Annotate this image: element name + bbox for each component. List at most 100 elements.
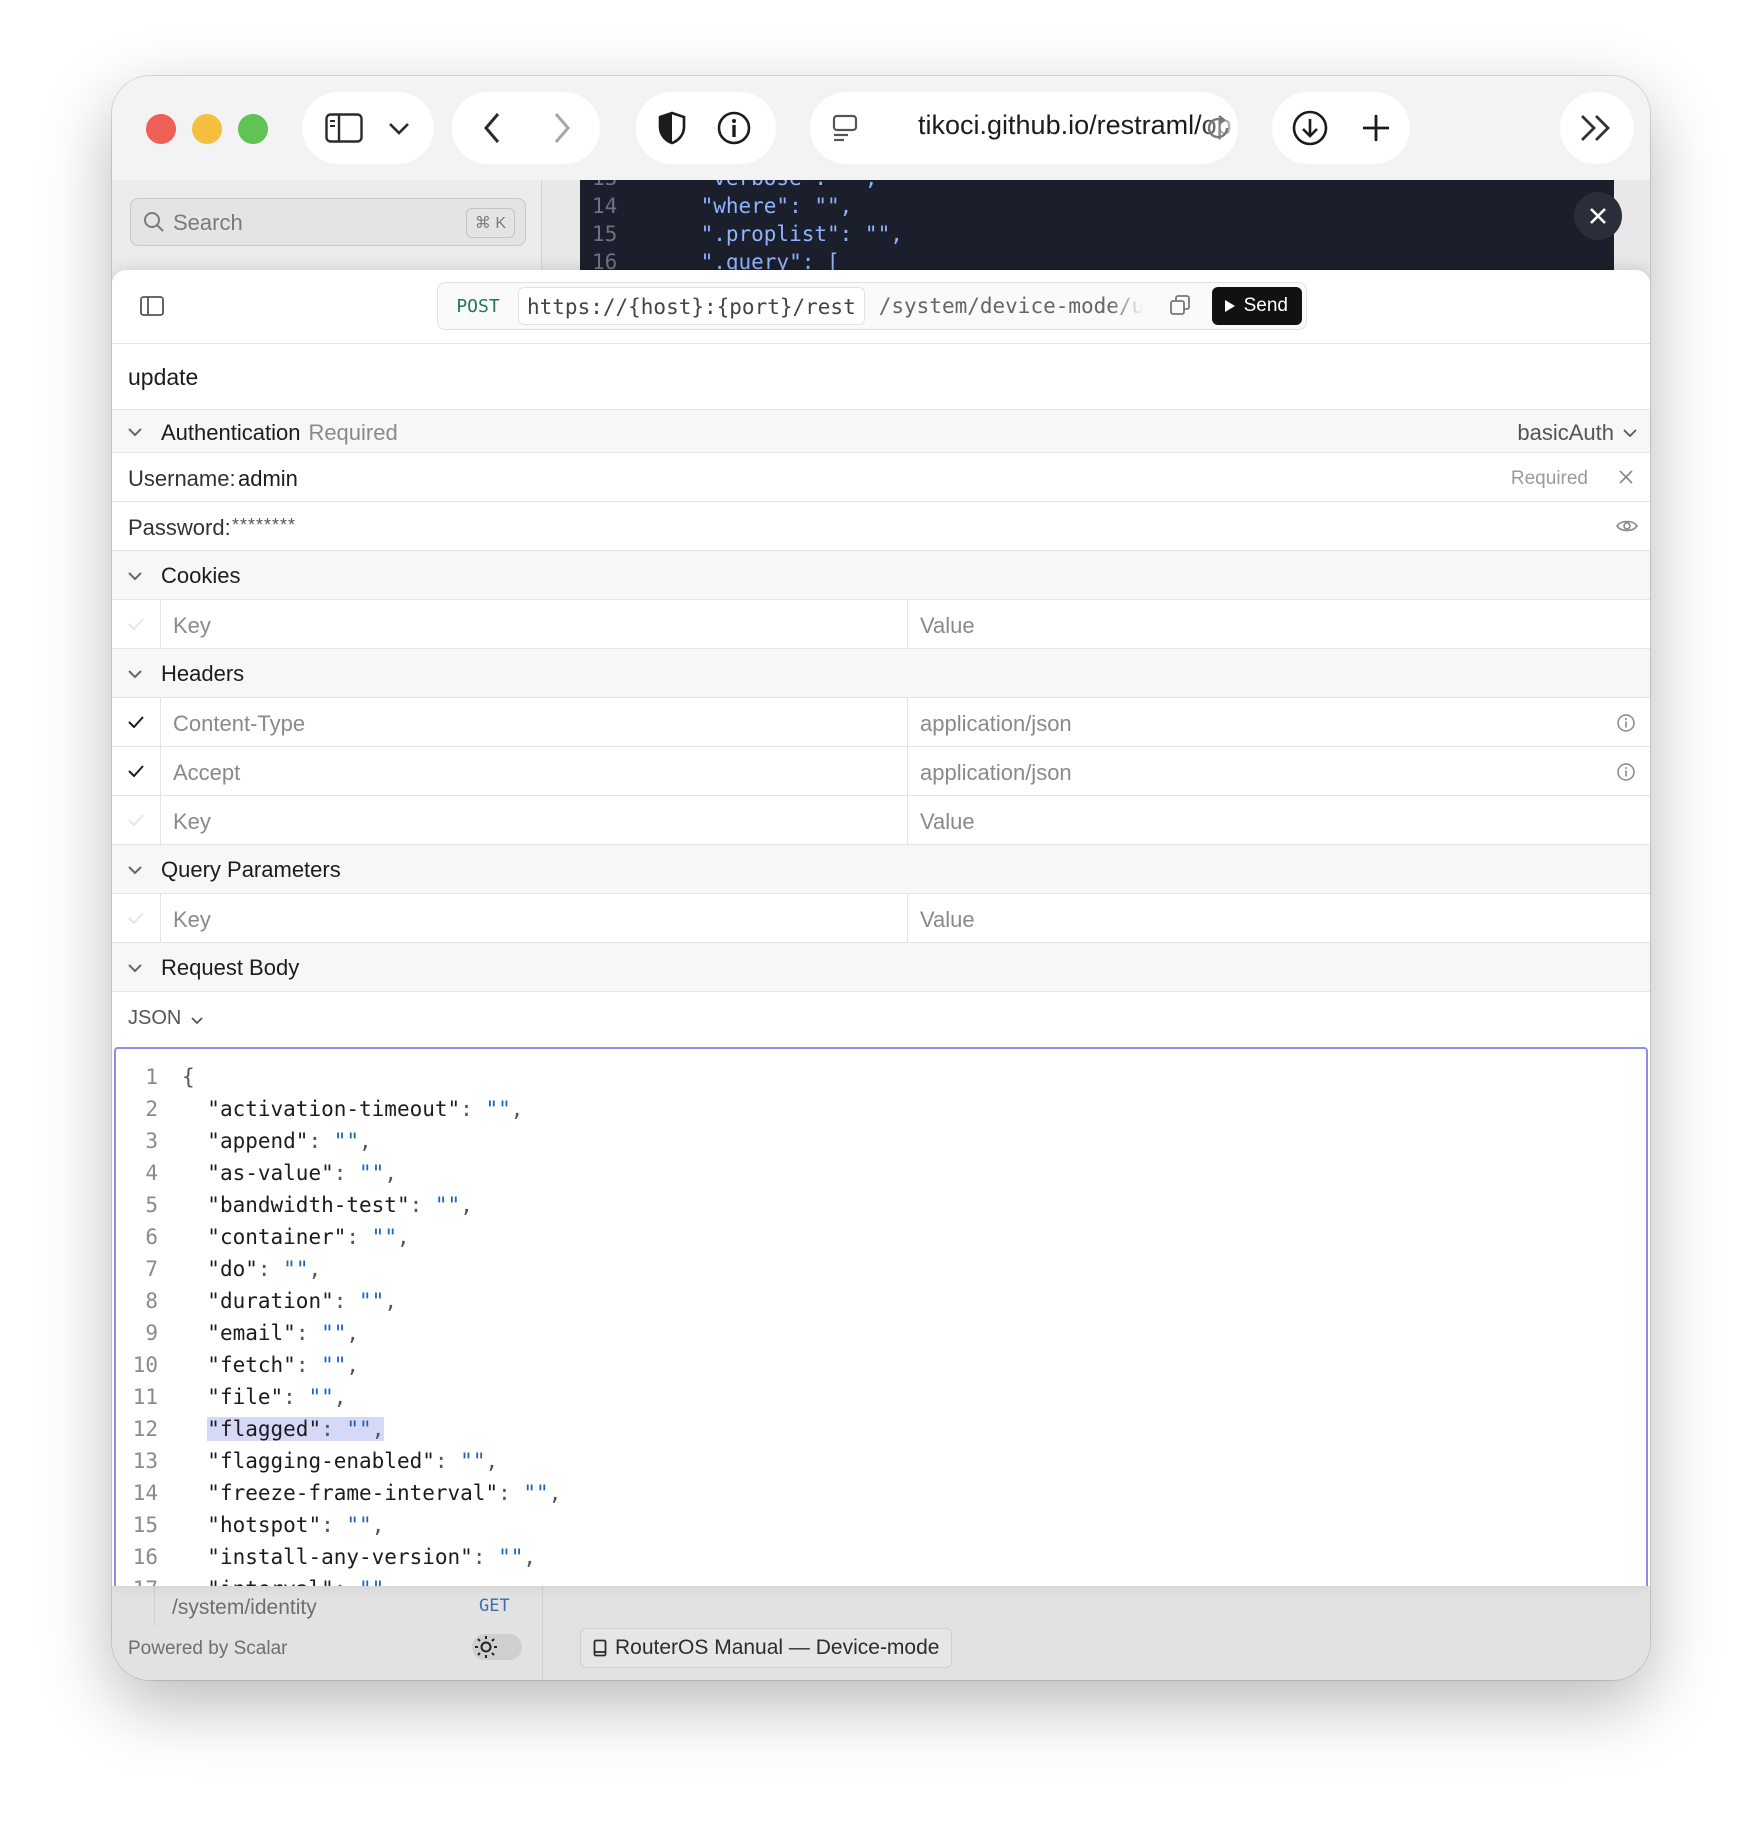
sidebar-icon[interactable] xyxy=(322,108,366,148)
header-enable-checkbox[interactable] xyxy=(112,698,161,746)
shield-icon[interactable] xyxy=(652,108,692,148)
header-key-input[interactable]: Content-Type xyxy=(173,711,305,737)
code-line[interactable]: 17 "interval": "", xyxy=(116,1573,397,1586)
body-format-select[interactable]: JSON xyxy=(128,1007,181,1030)
code-line[interactable]: 6 "container": "", xyxy=(116,1221,410,1253)
cookie-enable-checkbox[interactable] xyxy=(112,600,161,648)
zoom-window-button[interactable] xyxy=(238,114,268,144)
divider xyxy=(542,1576,543,1680)
username-label: Username: xyxy=(128,466,236,491)
cookie-value-input[interactable]: Value xyxy=(920,613,975,639)
code-line[interactable]: 11 "file": "", xyxy=(116,1381,347,1413)
query-parameters-section-header[interactable]: Query Parameters xyxy=(112,845,1650,894)
line-number: 4 xyxy=(145,1161,158,1185)
code-line[interactable]: 8 "duration": "", xyxy=(116,1285,397,1317)
code-content: "container": "", xyxy=(207,1225,410,1249)
code-line[interactable]: 2 "activation-timeout": "", xyxy=(116,1093,523,1125)
code-line[interactable]: 4 "as-value": "", xyxy=(116,1157,397,1189)
chevron-down-icon xyxy=(128,428,142,437)
header-enable-checkbox[interactable] xyxy=(112,796,161,844)
headers-section-header[interactable]: Headers xyxy=(112,649,1650,698)
code-line[interactable]: 7 "do": "", xyxy=(116,1253,321,1285)
info-icon[interactable] xyxy=(714,108,754,148)
copy-icon[interactable] xyxy=(1168,293,1194,319)
close-modal-button[interactable] xyxy=(1574,192,1622,240)
sun-icon xyxy=(475,1636,497,1658)
minimize-window-button[interactable] xyxy=(192,114,222,144)
header-enable-checkbox[interactable] xyxy=(112,747,161,795)
method-select[interactable]: POST xyxy=(438,296,518,317)
bg-code-line: 13 "verbose": "", xyxy=(580,180,1614,192)
divider xyxy=(907,796,908,844)
password-input[interactable]: ******** xyxy=(232,515,296,536)
code-line[interactable]: 14 "freeze-frame-interval": "", xyxy=(116,1477,562,1509)
sidebar-toggle-icon[interactable] xyxy=(140,296,164,316)
code-line[interactable]: 5 "bandwidth-test": "", xyxy=(116,1189,473,1221)
new-tab-icon[interactable] xyxy=(1358,110,1394,146)
code-line[interactable]: 9 "email": "", xyxy=(116,1317,359,1349)
double-chevron-right-icon[interactable] xyxy=(1574,112,1618,144)
query-key-input[interactable]: Key xyxy=(173,907,211,933)
header-value-input[interactable]: application/json xyxy=(920,760,1072,786)
search-icon xyxy=(144,212,164,232)
reload-icon[interactable] xyxy=(1202,112,1234,144)
json-body-editor[interactable]: 1{2 "activation-timeout": "", 3 "append":… xyxy=(114,1047,1648,1586)
request-body-section-header[interactable]: Request Body xyxy=(112,943,1650,992)
header-value-input[interactable]: Value xyxy=(920,809,975,835)
powered-by-label[interactable]: Powered by Scalar xyxy=(128,1638,287,1660)
send-button[interactable]: Send xyxy=(1211,287,1302,325)
code-line[interactable]: 10 "fetch": "", xyxy=(116,1349,359,1381)
header-row: Content-Type application/json xyxy=(112,698,1650,747)
back-icon[interactable] xyxy=(472,110,512,146)
header-key-input[interactable]: Accept xyxy=(173,760,240,786)
header-value-input[interactable]: application/json xyxy=(920,711,1072,737)
code-content: "append": "", xyxy=(207,1129,372,1153)
info-icon[interactable] xyxy=(1616,762,1636,782)
chevron-down-icon xyxy=(1623,429,1637,438)
line-number: 9 xyxy=(145,1321,158,1345)
close-window-button[interactable] xyxy=(146,114,176,144)
external-doc-link[interactable]: RouterOS Manual — Device-mode xyxy=(580,1628,953,1668)
line-number: 11 xyxy=(132,1385,158,1409)
password-label: Password: xyxy=(128,515,231,540)
code-content: "file": "", xyxy=(207,1385,347,1409)
cookie-key-input[interactable]: Key xyxy=(173,613,211,639)
query-parameters-title: Query Parameters xyxy=(161,857,341,882)
code-line[interactable]: 15 "hotspot": "", xyxy=(116,1509,385,1541)
code-line[interactable]: 3 "append": "", xyxy=(116,1125,372,1157)
background-search-field[interactable]: Search ⌘ K xyxy=(130,198,526,246)
auth-scheme-select[interactable]: basicAuth xyxy=(1517,420,1614,446)
clear-icon[interactable] xyxy=(1618,469,1634,485)
theme-toggle[interactable] xyxy=(472,1634,522,1660)
cookies-section-header[interactable]: Cookies xyxy=(112,551,1650,600)
chevron-down-icon[interactable] xyxy=(384,114,414,144)
bg-code-line: 15 ".proplist": "", xyxy=(592,222,903,246)
code-line[interactable]: 12 "flagged": "", xyxy=(116,1413,385,1445)
search-placeholder: Search xyxy=(173,210,243,235)
eye-icon[interactable] xyxy=(1616,519,1638,533)
code-line[interactable]: 13 "flagging-enabled": "", xyxy=(116,1445,498,1477)
code-line[interactable]: 16 "install-any-version": "", xyxy=(116,1541,536,1573)
query-enable-checkbox[interactable] xyxy=(112,894,161,942)
header-row: Accept application/json xyxy=(112,747,1650,796)
sidebar-item-method: GET xyxy=(479,1596,510,1616)
forward-icon[interactable] xyxy=(542,110,582,146)
address-bar-url[interactable]: tikoci.github.io/restraml/op xyxy=(918,110,1244,141)
request-name[interactable]: update xyxy=(128,364,198,391)
request-path-input[interactable]: /system/device-mode/update xyxy=(879,287,1143,325)
info-icon[interactable] xyxy=(1616,713,1636,733)
line-number: 8 xyxy=(145,1289,158,1313)
search-shortcut: ⌘ K xyxy=(465,208,515,238)
server-url[interactable]: https://{host}:{port}/rest xyxy=(518,287,865,325)
download-icon[interactable] xyxy=(1290,108,1330,148)
background-footer: /system/identity GET Powered by Scalar R… xyxy=(112,1576,1650,1680)
username-input[interactable]: admin xyxy=(238,466,298,492)
query-value-input[interactable]: Value xyxy=(920,907,975,933)
code-line[interactable]: 1{ xyxy=(116,1061,194,1093)
request-address: POST https://{host}:{port}/rest /system/… xyxy=(437,282,1307,330)
header-key-input[interactable]: Key xyxy=(173,809,211,835)
authentication-section-header[interactable]: Authentication Required basicAuth xyxy=(112,410,1650,453)
page-menu-icon[interactable] xyxy=(828,112,862,144)
line-number: 6 xyxy=(145,1225,158,1249)
sidebar-item-path[interactable]: /system/identity xyxy=(172,1596,317,1620)
